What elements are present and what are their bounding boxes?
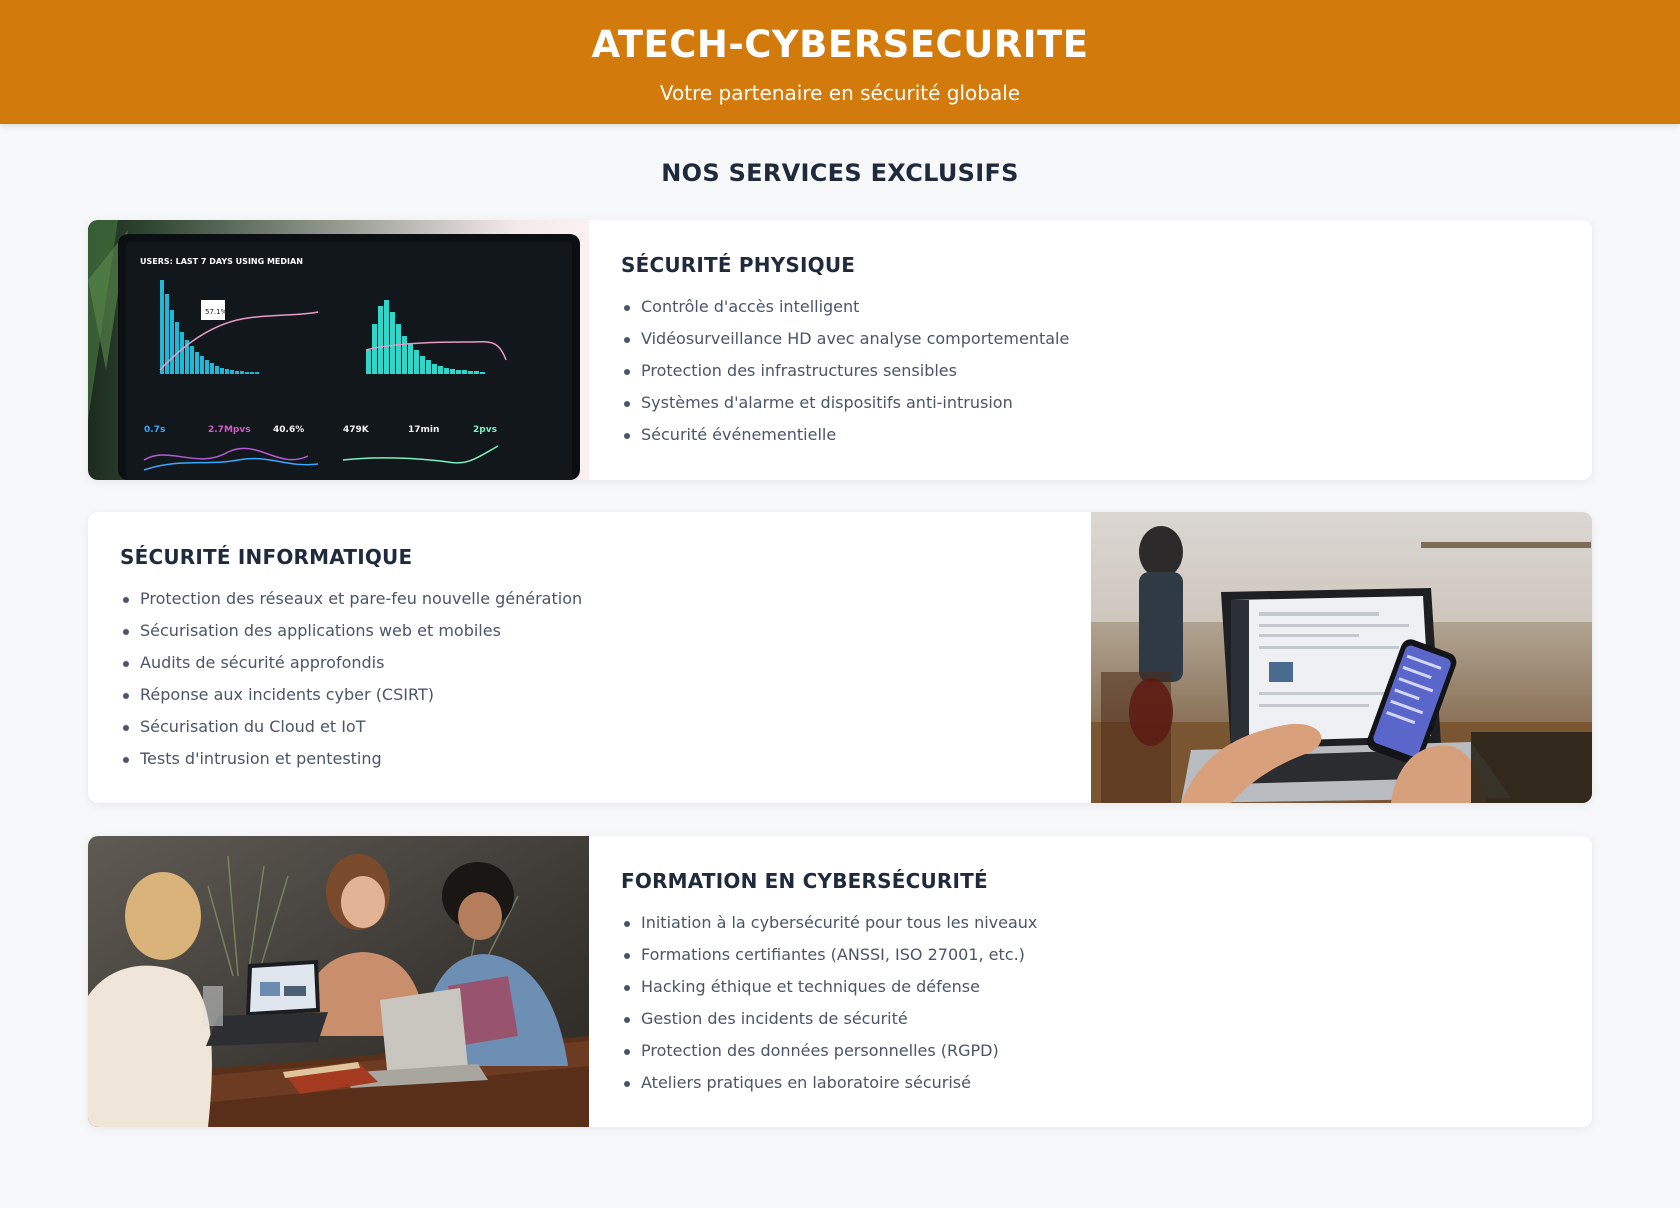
list-item: Formations certifiantes (ANSSI, ISO 2700… — [621, 939, 1560, 971]
list-item: Systèmes d'alarme et dispositifs anti-in… — [621, 387, 1560, 419]
service-card-body: SÉCURITÉ PHYSIQUE Contrôle d'accès intel… — [589, 220, 1592, 480]
service-title: SÉCURITÉ INFORMATIQUE — [120, 545, 413, 569]
section-title: NOS SERVICES EXCLUSIFS — [661, 159, 1019, 187]
list-item: Gestion des incidents de sécurité — [621, 1003, 1560, 1035]
laptop-analytics-dashboard-photo: USERS: LAST 7 DAYS USING MEDIAN 57.1% 0.… — [88, 220, 589, 480]
dashboard-metric-2: 2.7Mpvs — [208, 425, 251, 435]
list-item: Vidéosurveillance HD avec analyse compor… — [621, 323, 1560, 355]
service-card-body: FORMATION EN CYBERSÉCURITÉ Initiation à … — [589, 836, 1592, 1127]
dashboard-metric-1: 0.7s — [144, 425, 165, 435]
site-title: ATECH-CYBERSECURITE — [591, 23, 1089, 66]
list-item: Sécurisation des applications web et mob… — [120, 615, 1059, 647]
list-item: Protection des réseaux et pare-feu nouve… — [120, 583, 1059, 615]
list-item: Initiation à la cybersécurité pour tous … — [621, 907, 1560, 939]
list-item: Sécurisation du Cloud et IoT — [120, 711, 1059, 743]
list-item: Ateliers pratiques en laboratoire sécuri… — [621, 1067, 1560, 1099]
group-training-laptops-photo — [88, 836, 589, 1127]
list-item: Sécurité événementielle — [621, 419, 1560, 451]
list-item: Protection des infrastructures sensibles — [621, 355, 1560, 387]
list-item: Réponse aux incidents cyber (CSIRT) — [120, 679, 1059, 711]
dashboard-metric-4: 479K — [343, 425, 370, 435]
service-feature-list: Protection des réseaux et pare-feu nouve… — [120, 583, 1059, 775]
dashboard-metric-5: 17min — [408, 425, 439, 435]
site-subtitle: Votre partenaire en sécurité globale — [659, 81, 1021, 105]
laptop-and-phone-cafe-photo — [1091, 512, 1592, 803]
list-item: Audits de sécurité approfondis — [120, 647, 1059, 679]
service-card-physique: USERS: LAST 7 DAYS USING MEDIAN 57.1% 0.… — [88, 220, 1592, 480]
site-header: ATECH-CYBERSECURITE Votre partenaire en … — [0, 0, 1680, 124]
service-card-formation: FORMATION EN CYBERSÉCURITÉ Initiation à … — [88, 836, 1592, 1127]
list-item: Contrôle d'accès intelligent — [621, 291, 1560, 323]
list-item: Protection des données personnelles (RGP… — [621, 1035, 1560, 1067]
service-title: SÉCURITÉ PHYSIQUE — [621, 253, 856, 277]
list-item: Hacking éthique et techniques de défense — [621, 971, 1560, 1003]
dashboard-metric-3: 40.6% — [273, 425, 304, 435]
service-feature-list: Initiation à la cybersécurité pour tous … — [621, 907, 1560, 1099]
dashboard-callout: 57.1% — [205, 308, 228, 316]
service-card-informatique: SÉCURITÉ INFORMATIQUE Protection des rés… — [88, 512, 1592, 803]
dashboard-heading: USERS: LAST 7 DAYS USING MEDIAN — [140, 257, 303, 266]
service-feature-list: Contrôle d'accès intelligent Vidéosurvei… — [621, 291, 1560, 451]
dashboard-metric-6: 2pvs — [473, 425, 497, 435]
list-item: Tests d'intrusion et pentesting — [120, 743, 1059, 775]
service-title: FORMATION EN CYBERSÉCURITÉ — [621, 869, 988, 893]
service-card-body: SÉCURITÉ INFORMATIQUE Protection des rés… — [88, 512, 1091, 803]
